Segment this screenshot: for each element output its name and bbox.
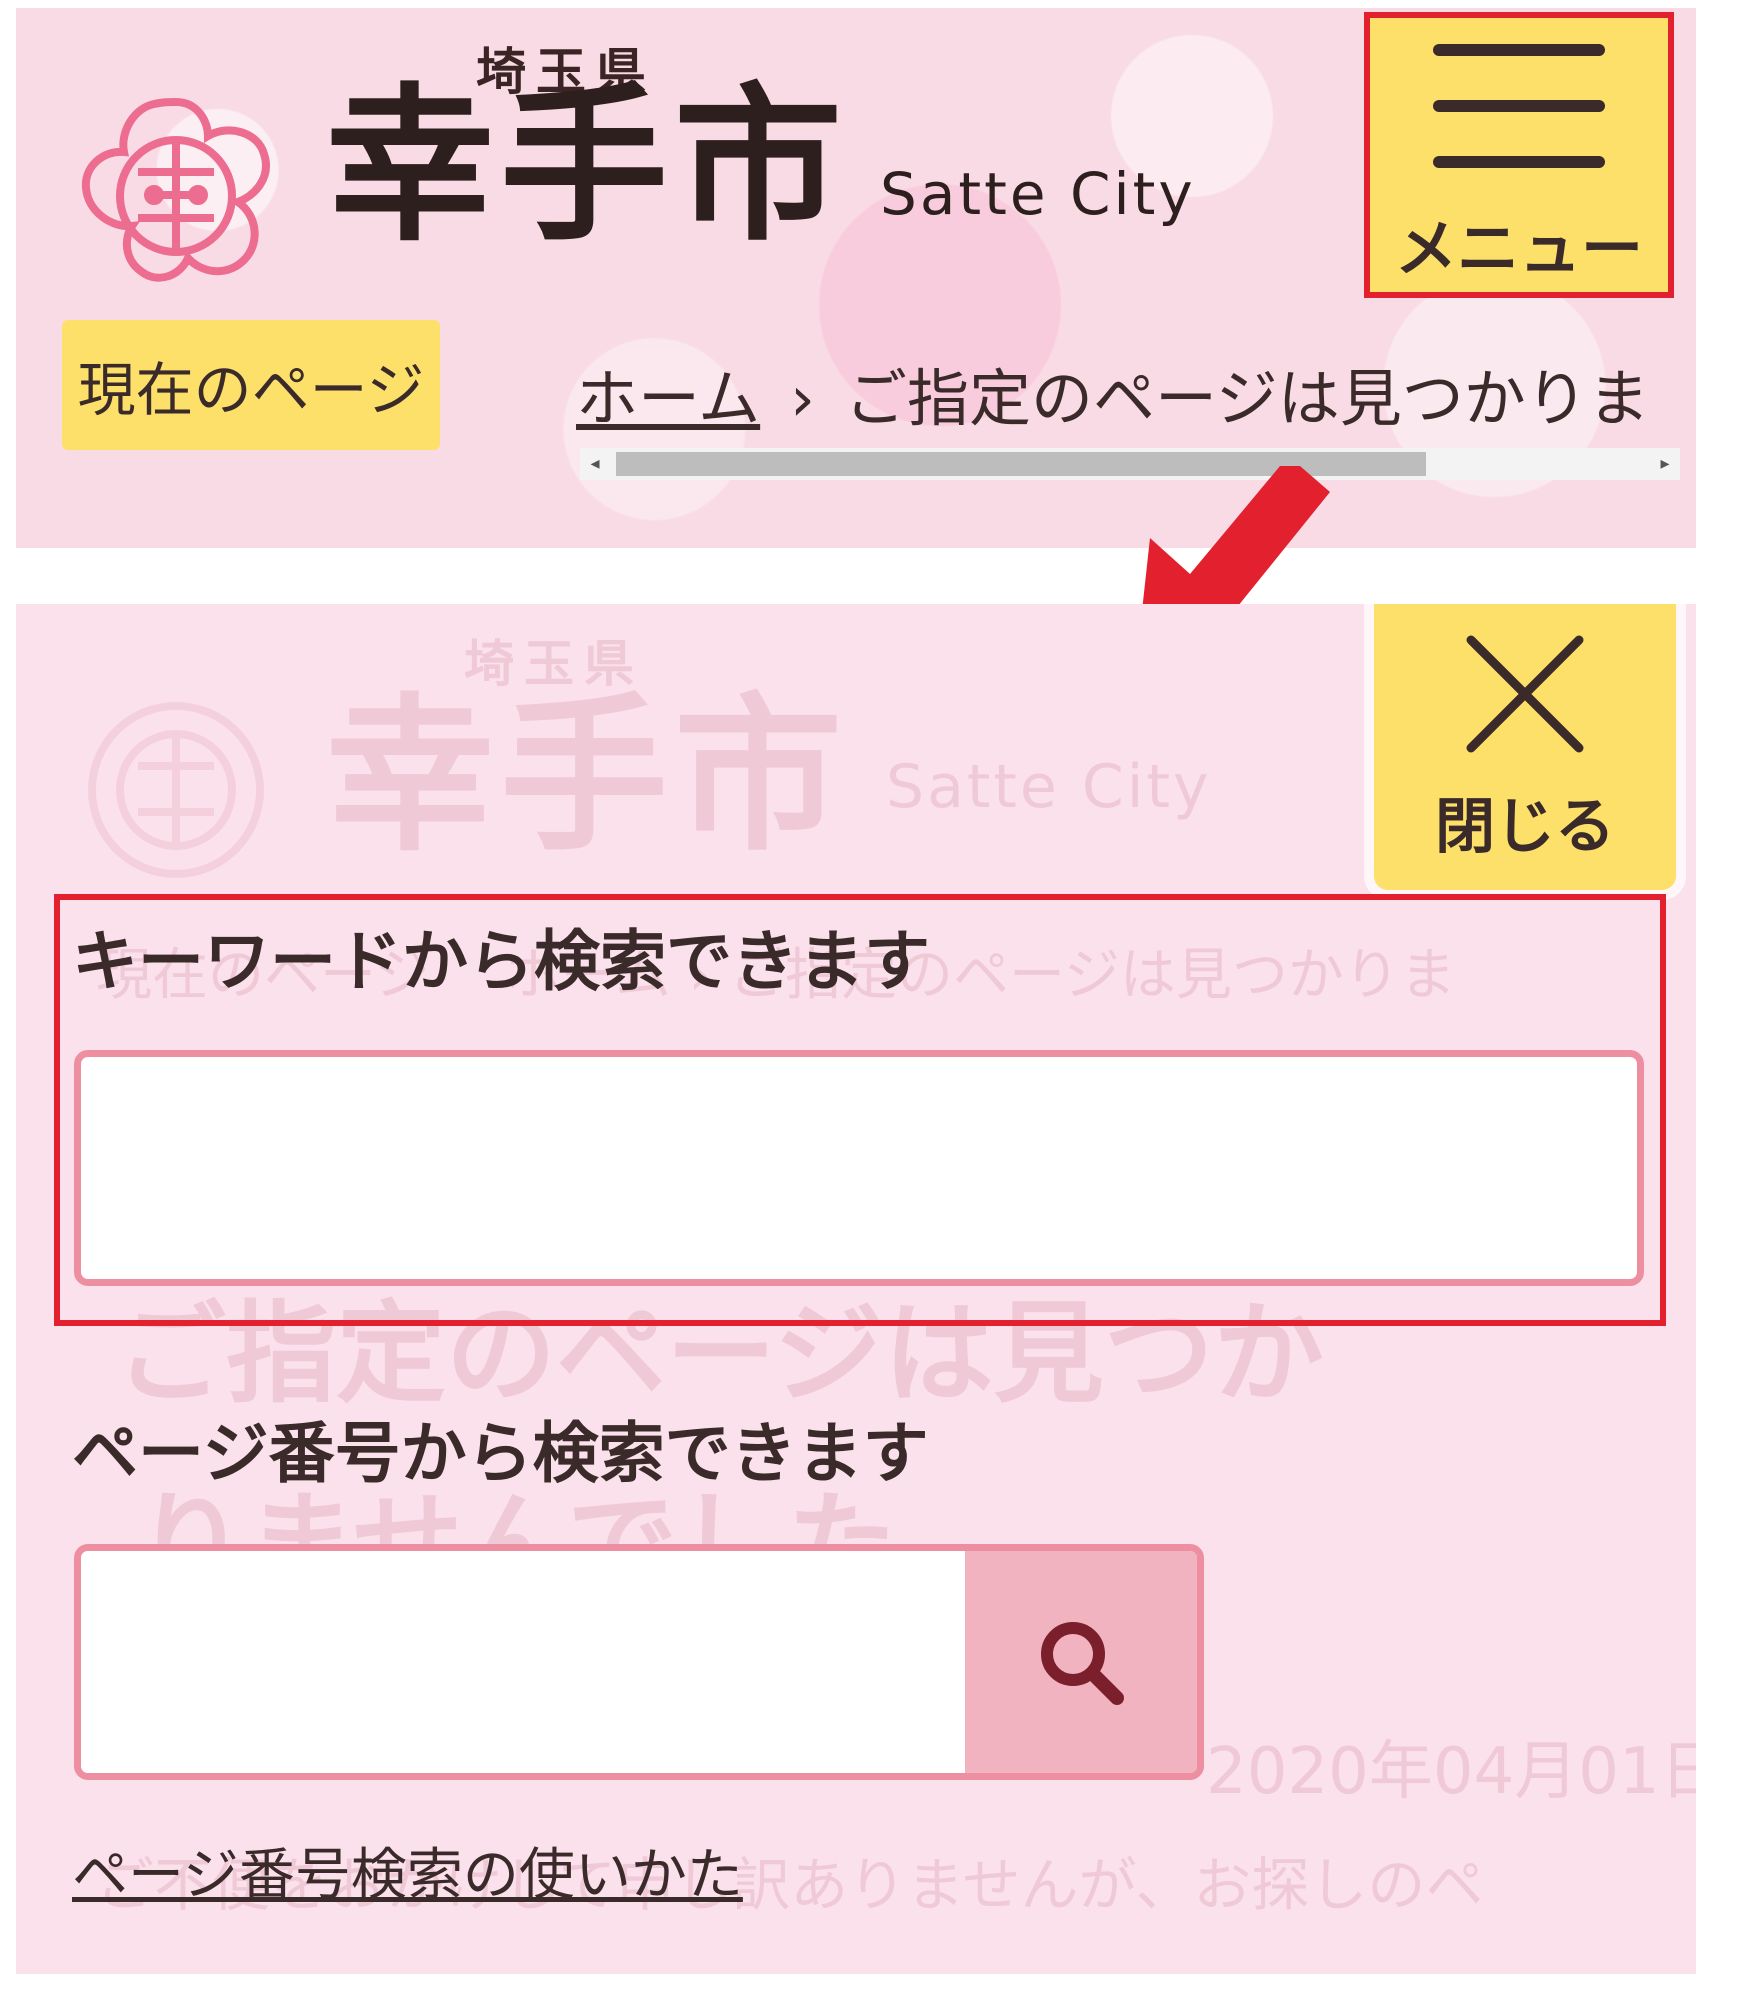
bg-city-name: 幸手市 <box>326 678 848 874</box>
bg-updated-date: 2020年04月01日 <box>1206 1735 1696 1809</box>
keyword-search-heading: キーワードから検索できます <box>72 923 930 1000</box>
page-number-input[interactable] <box>81 1551 963 1773</box>
menu-button-label: メニュー <box>1394 212 1643 285</box>
city-name[interactable]: 幸手市 <box>326 82 848 250</box>
scroll-left-icon[interactable]: ◂ <box>580 448 610 480</box>
breadcrumb: ホーム › ご指定のページは見つかりま <box>576 348 1650 438</box>
bg-city-emblem-icon <box>88 702 264 878</box>
breadcrumb-home-link[interactable]: ホーム <box>576 362 760 435</box>
close-icon <box>1466 635 1584 753</box>
city-emblem-icon <box>81 97 270 282</box>
menu-button[interactable]: メニュー <box>1364 12 1674 298</box>
breadcrumb-current: ご指定のページは見つかりま <box>844 362 1650 435</box>
page-number-help-link[interactable]: ページ番号検索の使いかた <box>72 1830 743 1911</box>
bg-city-name-en: Satte City <box>886 752 1212 822</box>
hamburger-icon <box>1433 44 1605 168</box>
current-page-badge: 現在のページ <box>62 320 440 450</box>
scroll-right-icon[interactable]: ▸ <box>1650 448 1680 480</box>
breadcrumb-separator: › <box>790 362 815 435</box>
keyword-search-input[interactable] <box>74 1050 1644 1286</box>
close-button-label: 閉じる <box>1435 792 1615 862</box>
page-number-search-box <box>74 1544 1204 1780</box>
page-number-search-button[interactable] <box>965 1551 1197 1773</box>
search-menu-overlay: 埼玉県 幸手市 Satte City 現在のページ ホーム › ご指定のページは… <box>16 604 1696 1974</box>
site-header: 埼玉県 幸手市 Satte City メニュー 現在のページ ホーム › ご指定のペ… <box>16 8 1696 548</box>
page-number-search-heading: ページ番号から検索できます <box>72 1415 929 1492</box>
city-name-en: Satte City <box>880 160 1196 228</box>
search-icon <box>1041 1622 1124 1705</box>
close-button[interactable]: 閉じる <box>1374 604 1676 890</box>
